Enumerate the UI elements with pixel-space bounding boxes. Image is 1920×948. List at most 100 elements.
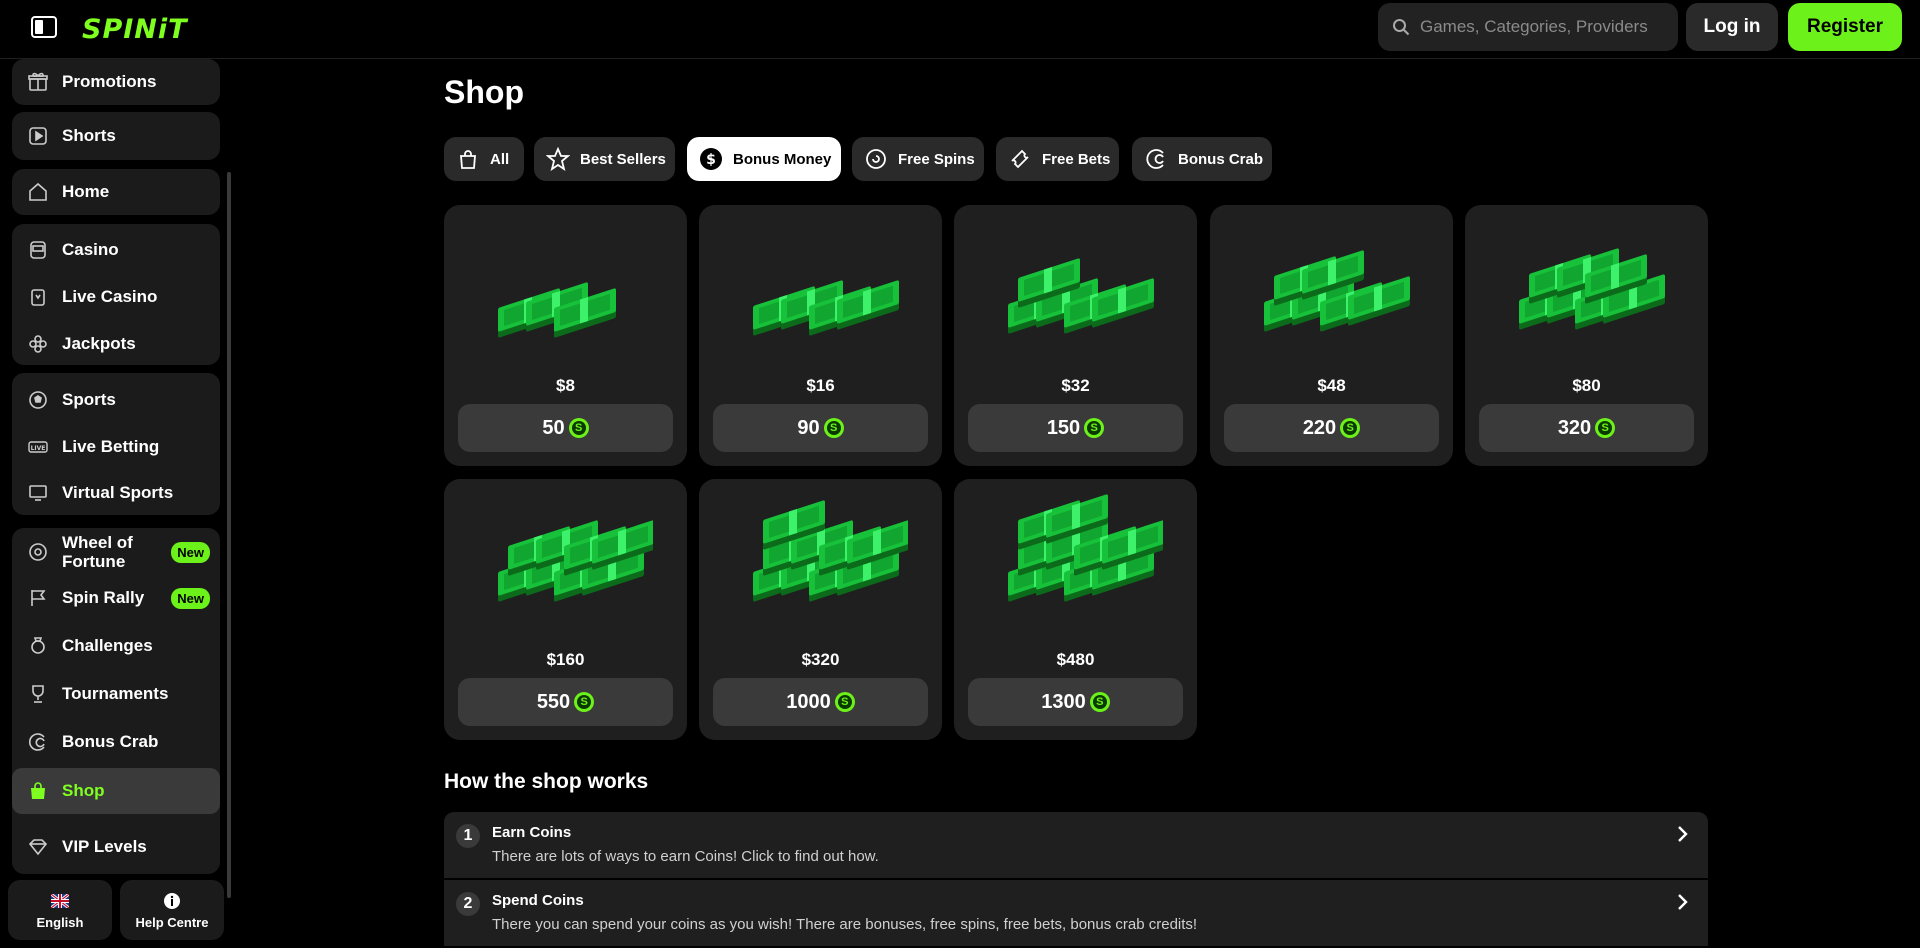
sidebar-group-home: Home bbox=[12, 169, 220, 215]
gift-icon bbox=[28, 72, 48, 92]
sidebar-item-spin-rally[interactable]: Spin Rally New bbox=[12, 576, 220, 620]
info-icon bbox=[163, 891, 181, 911]
coin-amount: 1300 bbox=[1041, 690, 1086, 713]
product-card[interactable]: $32 150 S bbox=[954, 205, 1197, 466]
product-card[interactable]: $48 220 S bbox=[1210, 205, 1453, 466]
sidebar-item-label: Home bbox=[62, 182, 110, 201]
football-icon bbox=[28, 390, 48, 410]
tab-label: Bonus Money bbox=[733, 150, 832, 168]
tab-label: Bonus Crab bbox=[1178, 150, 1264, 168]
sidebar-item-live-betting[interactable]: LIVE Live Betting bbox=[12, 425, 220, 469]
sidebar-item-label: Shop bbox=[62, 781, 105, 800]
sidebar-item-virtual-sports[interactable]: Virtual Sports bbox=[12, 471, 220, 515]
buy-with-coins-button[interactable]: 220 S bbox=[1224, 404, 1439, 452]
product-card[interactable]: $160 550 S bbox=[444, 479, 687, 740]
register-button[interactable]: Register bbox=[1788, 3, 1902, 51]
search-box[interactable] bbox=[1378, 3, 1678, 51]
bonus-money-stack-image bbox=[753, 280, 899, 336]
home-icon bbox=[28, 182, 48, 202]
tab-all[interactable]: All bbox=[444, 137, 524, 181]
login-button[interactable]: Log in bbox=[1686, 3, 1778, 51]
sidebar-item-label: Challenges bbox=[62, 636, 153, 655]
coin-amount: 90 bbox=[797, 416, 820, 439]
sidebar-group-casino: Casino Live Casino Jackpots bbox=[12, 224, 220, 365]
sidebar-scrollbar[interactable] bbox=[227, 172, 231, 898]
step-earn-coins[interactable]: 1 Earn Coins There are lots of ways to e… bbox=[444, 812, 1708, 878]
cards-icon bbox=[28, 287, 48, 307]
sidebar-item-home[interactable]: Home bbox=[12, 170, 220, 214]
sidebar-item-jackpots[interactable]: Jackpots bbox=[12, 322, 220, 366]
bonus-money-stack-image bbox=[1519, 248, 1665, 330]
coin-icon: S bbox=[834, 692, 855, 712]
sidebar-item-label: Live Casino bbox=[62, 287, 158, 306]
coin-symbol: S bbox=[571, 421, 586, 435]
coin-amount: 320 bbox=[1557, 416, 1592, 439]
spin-icon bbox=[864, 147, 888, 171]
spinit-logo[interactable]: SPINiT bbox=[82, 14, 188, 45]
sidebar-group-vip: VIP Levels bbox=[12, 823, 220, 871]
coin-symbol: S bbox=[577, 695, 592, 709]
crab-claw-icon bbox=[28, 732, 48, 752]
coin-amount: 550 bbox=[536, 690, 571, 713]
product-card[interactable]: $320 1000 S bbox=[699, 479, 942, 740]
buy-with-coins-button[interactable]: 550 S bbox=[458, 678, 673, 726]
step-number: 2 bbox=[456, 892, 480, 916]
tab-free-spins[interactable]: Free Spins bbox=[852, 137, 984, 181]
tab-free-bets[interactable]: Free Bets bbox=[996, 137, 1119, 181]
new-badge: New bbox=[171, 541, 210, 563]
buy-with-coins-button[interactable]: 1000 S bbox=[713, 678, 928, 726]
sidebar-item-bonus-crab[interactable]: Bonus Crab bbox=[12, 720, 220, 764]
sidebar-item-shorts[interactable]: Shorts bbox=[12, 114, 220, 158]
how-shop-works-title: How the shop works bbox=[444, 770, 649, 793]
svg-text:$: $ bbox=[706, 152, 716, 168]
tab-bonus-crab[interactable]: Bonus Crab bbox=[1132, 137, 1272, 181]
product-price: $48 bbox=[1317, 376, 1346, 395]
language-selector[interactable]: English bbox=[8, 880, 112, 940]
sidebar-item-label: Wheel of Fortune bbox=[62, 533, 133, 571]
sidebar-item-tournaments[interactable]: Tournaments bbox=[12, 672, 220, 716]
step-description: There you can spend your coins as you wi… bbox=[492, 916, 1198, 933]
buy-with-coins-button[interactable]: 320 S bbox=[1479, 404, 1694, 452]
sidebar-group-shorts: Shorts bbox=[12, 112, 220, 160]
buy-with-coins-button[interactable]: 90 S bbox=[713, 404, 928, 452]
trophy-icon bbox=[28, 684, 48, 704]
sidebar-item-casino[interactable]: Casino bbox=[12, 228, 220, 272]
sidebar-item-promotions[interactable]: Promotions bbox=[12, 60, 220, 104]
coin-symbol: S bbox=[826, 421, 841, 435]
sidebar-item-live-casino[interactable]: Live Casino bbox=[12, 275, 220, 319]
tab-label: All bbox=[490, 150, 510, 168]
shopping-bag-icon bbox=[28, 781, 48, 801]
sidebar-item-shop[interactable]: Shop bbox=[12, 768, 220, 814]
tab-bonus-money[interactable]: $ Bonus Money bbox=[687, 137, 841, 181]
tab-best-sellers[interactable]: Best Sellers bbox=[534, 137, 675, 181]
buy-with-coins-button[interactable]: 50 S bbox=[458, 404, 673, 452]
product-card[interactable]: $16 90 S bbox=[699, 205, 942, 466]
sidebar-item-challenges[interactable]: Challenges bbox=[12, 624, 220, 668]
monitor-icon bbox=[28, 483, 48, 503]
buy-with-coins-button[interactable]: 150 S bbox=[968, 404, 1183, 452]
chevron-right-icon bbox=[1678, 826, 1688, 842]
help-centre-button[interactable]: Help Centre bbox=[120, 880, 224, 940]
medal-icon bbox=[28, 636, 48, 656]
uk-flag-icon bbox=[51, 891, 69, 911]
sidebar-item-vip-levels[interactable]: VIP Levels bbox=[12, 825, 220, 869]
sidebar-item-wheel-of-fortune[interactable]: Wheel of Fortune New bbox=[12, 528, 220, 576]
sidebar-group-sports: Sports LIVE Live Betting Virtual Sports bbox=[12, 373, 220, 515]
product-card[interactable]: $480 1300 S bbox=[954, 479, 1197, 740]
product-card[interactable]: $8 50 S bbox=[444, 205, 687, 466]
buy-with-coins-button[interactable]: 1300 S bbox=[968, 678, 1183, 726]
sidebar-item-sports[interactable]: Sports bbox=[12, 378, 220, 422]
search-input[interactable] bbox=[1420, 17, 1660, 37]
dollar-icon: $ bbox=[699, 147, 723, 171]
sidebar-toggle-icon[interactable] bbox=[30, 14, 58, 40]
coin-icon: S bbox=[1340, 418, 1361, 438]
sidebar: Promotions Shorts Home Casino Live Casin… bbox=[0, 59, 232, 948]
product-card[interactable]: $80 320 S bbox=[1465, 205, 1708, 466]
tab-label: Best Sellers bbox=[580, 150, 666, 168]
slot-machine-icon bbox=[28, 240, 48, 260]
coin-amount: 150 bbox=[1046, 416, 1081, 439]
product-price: $32 bbox=[1061, 376, 1090, 395]
bonus-money-stack-image bbox=[1264, 250, 1410, 332]
sidebar-item-label: Jackpots bbox=[62, 334, 136, 353]
step-spend-coins[interactable]: 2 Spend Coins There you can spend your c… bbox=[444, 880, 1708, 946]
